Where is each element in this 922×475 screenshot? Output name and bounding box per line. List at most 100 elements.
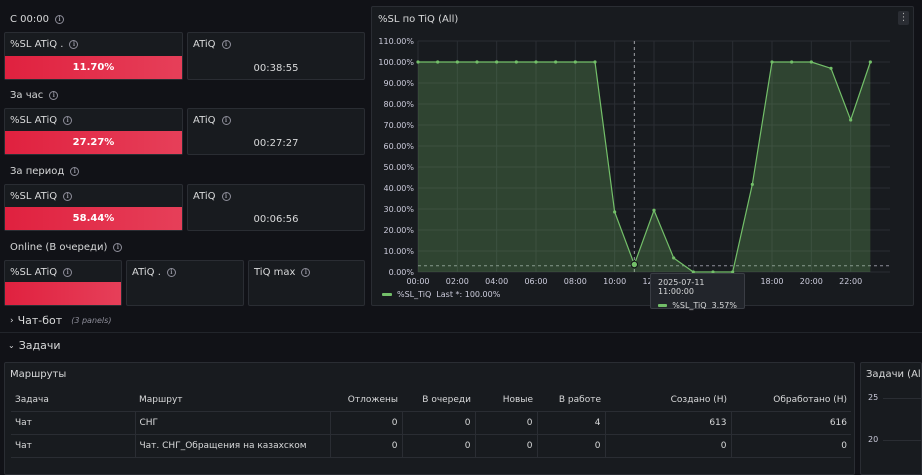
- info-icon[interactable]: i: [49, 90, 59, 100]
- cell-deferred: 0: [329, 434, 402, 458]
- data-point: [809, 60, 813, 64]
- info-icon[interactable]: i: [63, 268, 73, 277]
- tasks-all-panel: Задачи (All) 25 20: [860, 362, 922, 475]
- panel-title: ATiQ i: [193, 39, 231, 50]
- info-icon[interactable]: i: [221, 116, 231, 125]
- row-title-online: Online (В очереди) i: [10, 240, 123, 254]
- chart-tooltip: 2025-07-11 11:00:00 %SL_TiQ 3.57%: [650, 273, 745, 310]
- cell-created: 613: [604, 411, 731, 435]
- info-icon[interactable]: i: [221, 192, 231, 201]
- panel-title: %SL ATiQ . i: [10, 39, 79, 50]
- stat-value-bar: [5, 282, 121, 305]
- row-title-per-hour: За час i: [10, 88, 59, 102]
- x-tick-label: 02:00: [446, 277, 469, 286]
- info-icon[interactable]: i: [63, 192, 73, 201]
- y-tick-label: 20.00%: [383, 226, 414, 235]
- row-tasks-expanded[interactable]: ⌄ Задачи: [8, 339, 61, 352]
- info-icon[interactable]: i: [113, 242, 123, 252]
- cell-in-work: 0: [536, 434, 605, 458]
- cell-new: 0: [474, 411, 537, 435]
- section-panel-count: (3 panels): [71, 316, 112, 325]
- stat-value: 00:06:56: [253, 214, 299, 225]
- gridline: [883, 398, 921, 399]
- column-header-deferred[interactable]: Отложены: [330, 389, 402, 412]
- data-point: [750, 182, 754, 187]
- legend-swatch: [658, 304, 668, 307]
- cell-new: 0: [474, 434, 537, 458]
- data-point: [475, 60, 479, 64]
- data-point: [770, 60, 774, 64]
- table-row[interactable]: Чат Чат. СНГ_Обращения на казахском 0 0 …: [11, 434, 851, 458]
- data-point: [436, 60, 440, 64]
- stat-panel-atiq-per-hour: ATiQ i 00:27:27: [187, 108, 365, 155]
- y-tick-label: 30.00%: [383, 205, 414, 214]
- section-title: Чат-бот: [17, 314, 63, 327]
- chart-legend[interactable]: %SL_TiQ Last *: 100.00%: [382, 290, 500, 299]
- x-tick-label: 18:00: [760, 277, 783, 286]
- cell-in-work: 4: [536, 411, 605, 435]
- y-tick-label: 80.00%: [383, 100, 414, 109]
- info-icon[interactable]: i: [54, 14, 64, 24]
- stat-value-bar: 58.44%: [5, 207, 182, 230]
- info-icon[interactable]: i: [166, 268, 176, 277]
- stat-panel-atiq-online: ATiQ . i: [126, 260, 244, 306]
- routes-table: Задача Маршрут Отложены В очереди Новые …: [11, 389, 851, 458]
- stat-panel-atiq-per-period: ATiQ i 00:06:56: [187, 184, 365, 231]
- x-tick-label: 10:00: [603, 277, 626, 286]
- data-point: [416, 60, 420, 64]
- data-point: [554, 60, 558, 64]
- y-tick-label: 0.00%: [389, 268, 415, 277]
- column-header-task[interactable]: Задача: [11, 389, 135, 412]
- panel-title: ATiQ i: [193, 115, 231, 126]
- panel-title: %SL ATiQ i: [10, 191, 73, 202]
- column-header-in-queue[interactable]: В очереди: [402, 389, 475, 412]
- panel-title: Маршруты: [10, 369, 67, 380]
- panel-title: %SL ATiQ i: [10, 267, 73, 278]
- info-icon[interactable]: i: [63, 116, 73, 125]
- gridline: [883, 440, 921, 441]
- column-header-in-work[interactable]: В работе: [537, 389, 605, 412]
- info-icon[interactable]: i: [221, 40, 231, 49]
- cell-task: Чат: [11, 434, 135, 458]
- table-row[interactable]: Чат СНГ 0 0 0 4 613 616: [11, 411, 851, 435]
- info-icon[interactable]: i: [301, 268, 311, 277]
- x-tick-label: 04:00: [485, 277, 508, 286]
- row-title-label: С 00:00: [10, 13, 49, 25]
- timeseries-chart[interactable]: 0.00% 10.00% 20.00% 30.00% 40.00% 50.00% 60.00…: [372, 7, 913, 305]
- stat-value-bar: 11.70%: [5, 56, 182, 79]
- data-point: [593, 60, 597, 64]
- y-tick-label: 70.00%: [383, 121, 414, 130]
- data-point: [790, 60, 794, 64]
- x-tick-label: 22:00: [839, 277, 862, 286]
- cell-deferred: 0: [329, 411, 402, 435]
- x-tick-label: 08:00: [564, 277, 587, 286]
- tooltip-row: %SL_TiQ 3.57%: [658, 301, 737, 310]
- column-header-processed[interactable]: Обработано (Н): [731, 389, 851, 412]
- stat-value: 00:38:55: [253, 63, 299, 74]
- data-point: [534, 60, 538, 64]
- y-tick-label: 25: [868, 393, 879, 402]
- column-header-new[interactable]: Новые: [475, 389, 537, 412]
- tooltip-series: %SL_TiQ: [672, 301, 707, 310]
- x-tick-label: 20:00: [800, 277, 823, 286]
- data-point: [868, 60, 872, 64]
- row-chatbot-collapsed[interactable]: › Чат-бот (3 panels): [10, 314, 111, 327]
- data-point: [573, 60, 577, 64]
- stat-panel-sl-since-midnight: %SL ATiQ . i 11.70%: [4, 32, 183, 80]
- column-header-route[interactable]: Маршрут: [135, 389, 330, 412]
- column-header-created[interactable]: Создано (Н): [605, 389, 731, 412]
- stat-panel-sl-per-period: %SL ATiQ i 58.44%: [4, 184, 183, 231]
- legend-series-name: %SL_TiQ: [397, 290, 432, 299]
- data-point: [613, 210, 617, 214]
- stat-value-bar: 27.27%: [5, 131, 182, 154]
- legend-swatch: [382, 293, 392, 296]
- info-icon[interactable]: i: [69, 40, 79, 49]
- data-point: [849, 118, 853, 122]
- panel-title: ATiQ i: [193, 191, 231, 202]
- panel-title: %SL ATiQ i: [10, 115, 73, 126]
- data-point: [672, 256, 676, 260]
- cell-route: СНГ: [134, 411, 330, 435]
- info-icon[interactable]: i: [70, 166, 80, 176]
- highlighted-point: [630, 260, 639, 269]
- cell-in-queue: 0: [401, 434, 475, 458]
